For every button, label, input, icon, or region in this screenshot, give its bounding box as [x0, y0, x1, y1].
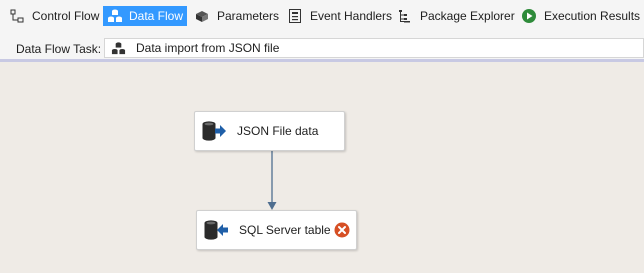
json-source-component[interactable]: JSON File data [194, 111, 345, 151]
data-flow-task-value: Data import from JSON file [136, 41, 280, 55]
execution-results-icon [522, 9, 536, 23]
tab-label: Parameters [217, 9, 280, 23]
data-flow-canvas[interactable]: JSON File data SQL Server table [0, 65, 644, 273]
parameters-icon [196, 11, 208, 22]
tab-label: Control Flow [32, 9, 100, 23]
tab-event-handlers[interactable]: Event Handlers [283, 6, 396, 26]
source-label: JSON File data [237, 124, 319, 138]
event-handlers-icon [289, 9, 301, 23]
destination-label: SQL Server table [239, 223, 331, 237]
sql-server-destination-component[interactable]: SQL Server table [196, 210, 357, 250]
tab-data-flow[interactable]: Data Flow [103, 6, 188, 26]
tab-parameters[interactable]: Parameters [190, 6, 283, 26]
data-flow-task-icon [111, 41, 126, 54]
tab-control-flow[interactable]: Control Flow [5, 6, 103, 26]
source-icon [202, 121, 226, 141]
package-explorer-icon [399, 10, 410, 23]
designer-tab-strip: Control Flow Data Flow Parameters Event … [0, 0, 644, 33]
tab-label: Data Flow [129, 9, 184, 23]
data-flow-task-label: Data Flow Task: [16, 42, 102, 56]
tab-label: Event Handlers [310, 9, 393, 23]
tab-execution-results[interactable]: Execution Results [517, 6, 644, 26]
data-flow-task-bar: Data Flow Task: Data import from JSON fi… [0, 33, 644, 62]
destination-icon [204, 220, 228, 240]
data-flow-icon [108, 9, 122, 22]
tab-label: Execution Results [544, 9, 641, 23]
tab-label: Package Explorer [420, 9, 515, 23]
data-flow-task-select[interactable]: Data import from JSON file [104, 38, 644, 58]
tab-package-explorer[interactable]: Package Explorer [393, 6, 519, 26]
error-icon[interactable] [334, 222, 350, 238]
control-flow-icon [10, 9, 24, 23]
